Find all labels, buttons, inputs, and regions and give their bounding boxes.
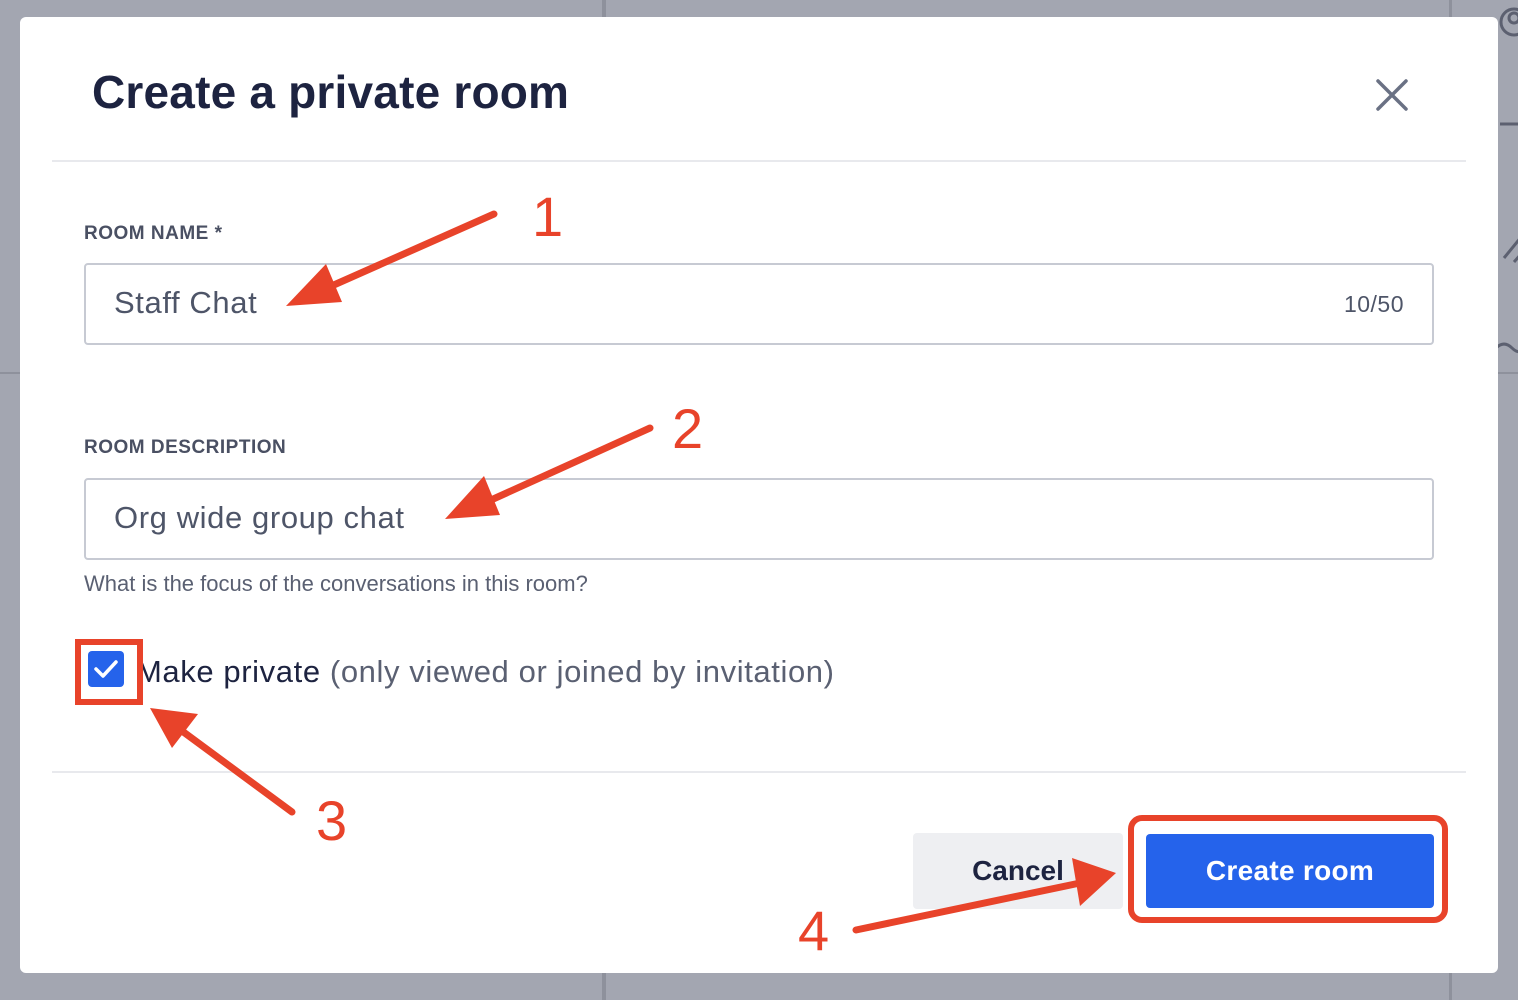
make-private-text: Make private xyxy=(136,654,321,689)
room-description-value: Org wide group chat xyxy=(114,500,405,535)
cancel-button[interactable]: Cancel xyxy=(913,833,1123,909)
user-icon xyxy=(1499,7,1518,37)
wave-icon xyxy=(1496,342,1518,354)
dialog-title: Create a private room xyxy=(92,66,570,118)
header-divider xyxy=(52,160,1466,162)
room-name-label: ROOM NAME * xyxy=(84,223,223,244)
room-description-hint: What is the focus of the conversations i… xyxy=(84,571,588,596)
room-name-char-count: 10/50 xyxy=(1343,291,1404,317)
annotation-step-2: 2 xyxy=(672,397,704,460)
room-name-value: Staff Chat xyxy=(114,285,258,320)
annotation-step-1: 1 xyxy=(532,185,564,248)
room-name-input[interactable]: Staff Chat 10/50 xyxy=(84,263,1434,345)
close-icon xyxy=(1376,79,1408,111)
background-toolbar xyxy=(1496,7,1518,354)
paperclip-icon xyxy=(1502,238,1518,263)
background-divider xyxy=(0,372,22,374)
annotation-step-4: 4 xyxy=(798,899,830,962)
close-button[interactable] xyxy=(1372,75,1412,115)
footer-divider xyxy=(52,771,1466,773)
make-private-label[interactable]: Make private (only viewed or joined by i… xyxy=(136,654,835,690)
make-private-sublabel: (only viewed or joined by invitation) xyxy=(329,654,835,689)
annotation-step-3: 3 xyxy=(316,789,348,852)
annotation-highlight-checkbox xyxy=(75,639,143,705)
room-description-label: ROOM DESCRIPTION xyxy=(84,437,287,458)
room-description-input[interactable]: Org wide group chat xyxy=(84,478,1434,560)
calendar-icon xyxy=(1500,122,1518,126)
annotation-highlight-create-button xyxy=(1128,815,1448,923)
